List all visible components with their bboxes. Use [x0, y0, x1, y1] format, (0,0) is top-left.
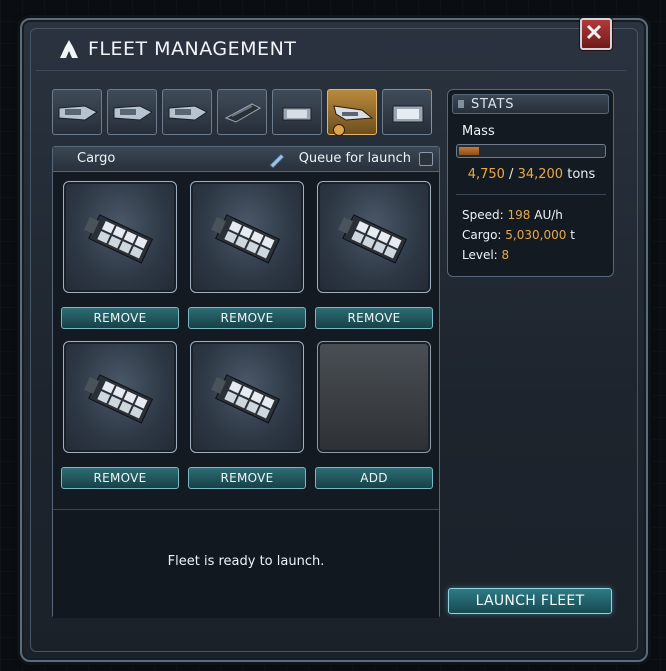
mass-bar — [456, 144, 606, 158]
cargo-ship-icon — [338, 214, 408, 264]
ship-tab-1[interactable] — [52, 89, 102, 135]
cargo-ship-icon — [211, 214, 281, 264]
mass-values: 4,750 / 34,200 tons — [448, 167, 615, 182]
cargo-ship-icon — [211, 374, 281, 424]
mass-label: Mass — [462, 124, 495, 139]
cargo-ship-icon — [84, 214, 154, 264]
queue-checkbox[interactable] — [419, 152, 433, 166]
status-area: Fleet is ready to launch. — [53, 509, 439, 618]
remove-button-4[interactable]: REMOVE — [61, 467, 179, 489]
cargo-unit: t — [570, 228, 575, 242]
close-icon — [586, 24, 602, 40]
cargo-slot-3[interactable] — [317, 181, 431, 293]
ship-icon — [113, 105, 153, 121]
mass-separator: / — [509, 167, 514, 182]
cargo-slot-5[interactable] — [190, 341, 304, 453]
ship-tab-2[interactable] — [107, 89, 157, 135]
queue-label: Queue for launch — [298, 151, 411, 166]
ship-icon — [58, 105, 98, 121]
stats-title: STATS — [471, 97, 515, 112]
level-row: Level: 8 — [462, 248, 509, 262]
fleet-icon — [60, 40, 78, 58]
titlebar: FLEET MANAGEMENT — [36, 34, 626, 71]
mass-max: 34,200 — [517, 167, 564, 182]
pencil-icon[interactable] — [267, 150, 287, 168]
speed-label: Speed: — [462, 208, 504, 222]
wrench-icon — [333, 124, 345, 136]
header-notch — [458, 100, 464, 108]
ship-tab-6[interactable] — [327, 89, 377, 136]
ship-tab-7[interactable] — [382, 89, 432, 135]
stats-divider — [456, 194, 606, 195]
speed-row: Speed: 198 AU/h — [462, 208, 563, 222]
status-message: Fleet is ready to launch. — [167, 554, 325, 569]
level-label: Level: — [462, 248, 498, 262]
window-title: FLEET MANAGEMENT — [88, 38, 297, 60]
cargo-value: 5,030,000 — [505, 228, 567, 242]
close-button[interactable] — [580, 18, 612, 50]
ship-tab-3[interactable] — [162, 89, 212, 135]
level-value: 8 — [501, 248, 510, 262]
speed-value: 198 — [507, 208, 531, 222]
remove-button-1[interactable]: REMOVE — [61, 307, 179, 329]
cargo-row: Cargo: 5,030,000 t — [462, 228, 575, 242]
remove-button-5[interactable]: REMOVE — [188, 467, 306, 489]
ship-tab-5[interactable] — [272, 89, 322, 135]
cargo-slot-empty[interactable] — [317, 341, 431, 453]
cargo-stat-label: Cargo: — [462, 228, 502, 242]
ship-icon — [333, 105, 374, 121]
ship-icon — [224, 103, 262, 123]
cargo-slot-1[interactable] — [63, 181, 177, 293]
mass-unit: tons — [567, 167, 596, 182]
ship-icon — [282, 107, 312, 121]
speed-unit: AU/h — [534, 208, 563, 222]
remove-button-3[interactable]: REMOVE — [315, 307, 433, 329]
cargo-header: Cargo Queue for launch — [53, 147, 439, 172]
add-button[interactable]: ADD — [315, 467, 433, 489]
cargo-slot-4[interactable] — [63, 341, 177, 453]
ship-icon — [392, 105, 424, 123]
stats-panel: STATS Mass 4,750 / 34,200 tons Speed: 19… — [447, 89, 614, 277]
mass-current: 4,750 — [467, 167, 505, 182]
remove-button-2[interactable]: REMOVE — [188, 307, 306, 329]
ship-tab-4[interactable] — [217, 89, 267, 135]
stats-header: STATS — [452, 94, 609, 114]
cargo-ship-icon — [84, 374, 154, 424]
ship-icon — [168, 105, 208, 121]
cargo-slot-2[interactable] — [190, 181, 304, 293]
cargo-label: Cargo — [77, 151, 116, 166]
launch-fleet-button[interactable]: LAUNCH FLEET — [448, 588, 612, 614]
mass-bar-fill — [459, 147, 480, 155]
cargo-panel: Cargo Queue for launch REMOVE REMOVE REM… — [52, 146, 440, 618]
